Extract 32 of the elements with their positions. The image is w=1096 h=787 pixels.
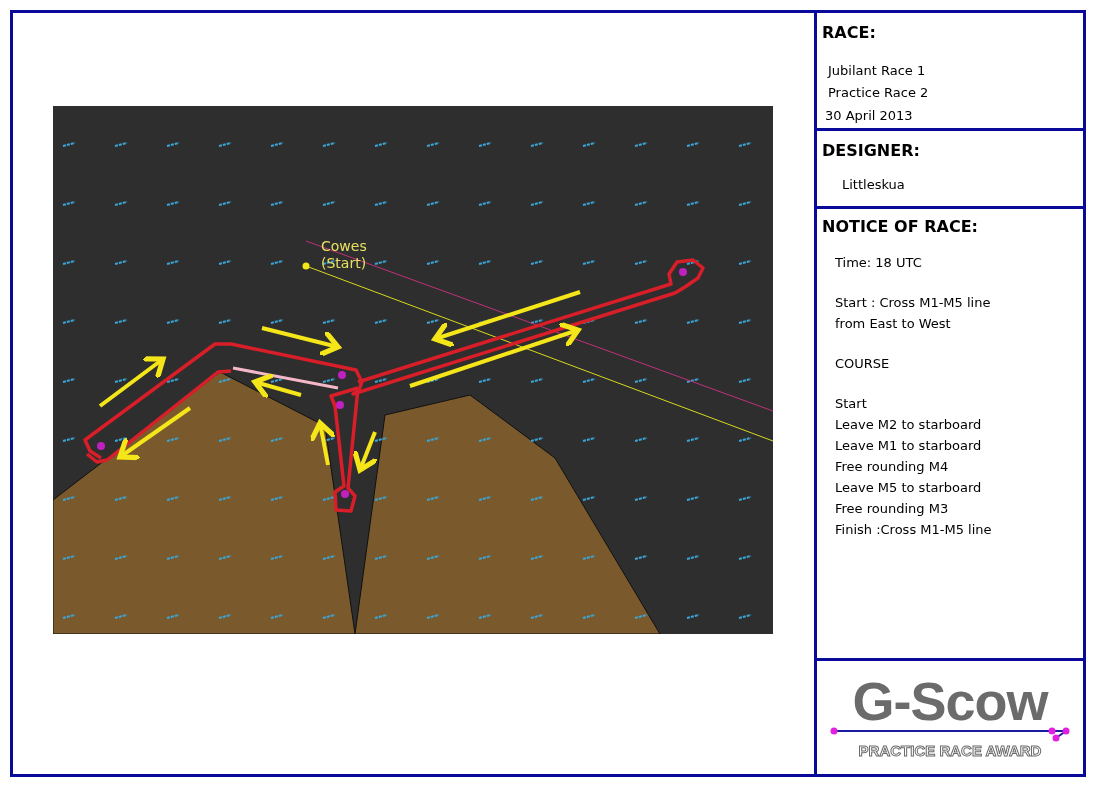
notice-text: Free rounding M3 <box>835 500 950 518</box>
section-heading: NOTICE OF RACE: <box>822 216 979 238</box>
direction-arrow <box>252 372 302 401</box>
logo-subtitle: PRACTICE RACE AWARD <box>858 741 1042 760</box>
race-mark <box>679 268 687 276</box>
notice-text: Finish :Cross M1-M5 line <box>835 521 993 539</box>
direction-arrow <box>308 420 338 466</box>
notice-text: COURSE <box>835 355 891 373</box>
section-heading: DESIGNER: <box>822 140 921 162</box>
notice-text: Time: 18 UTC <box>835 254 923 272</box>
notice-text: Leave M1 to starboard <box>835 437 983 455</box>
race-date: 30 April 2013 <box>824 107 914 125</box>
designer-name: Littleskua <box>841 176 906 194</box>
race-mark <box>97 442 105 450</box>
notice-text: Start : Cross M1-M5 line <box>835 294 992 312</box>
notice-text: Leave M2 to starboard <box>835 416 983 434</box>
race-name: Practice Race 2 <box>828 83 930 102</box>
race-mark <box>336 401 344 409</box>
notice-text: Free rounding M4 <box>835 458 950 476</box>
section-heading: RACE: <box>822 22 877 44</box>
map-label: (Start) <box>321 255 367 271</box>
start-point <box>302 262 310 270</box>
direction-arrow <box>98 356 166 408</box>
logo-title: G-Scow <box>852 675 1048 726</box>
notice-text: Leave M5 to starboard <box>835 479 983 497</box>
notice-text: from East to West <box>835 315 952 333</box>
notice-text: Start <box>835 395 868 413</box>
map-label: Cowes <box>321 238 367 254</box>
race-name: Jubilant Race 1 <box>828 62 927 80</box>
direction-arrow <box>352 431 380 473</box>
race-mark <box>341 490 349 498</box>
race-mark <box>338 371 346 379</box>
